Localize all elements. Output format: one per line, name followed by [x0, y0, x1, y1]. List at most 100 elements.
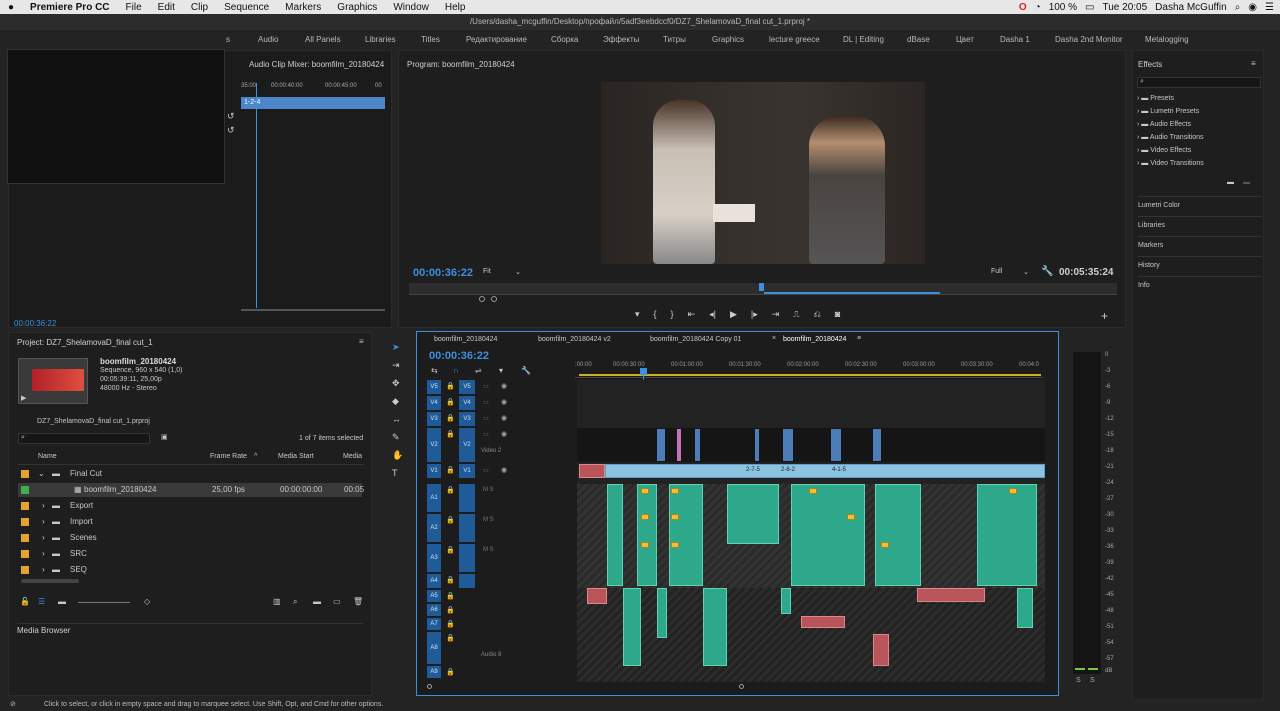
effects-folder[interactable]: › ▬ Audio Effects	[1137, 121, 1261, 134]
audio-clip[interactable]	[607, 484, 623, 586]
sync-icon[interactable]: ▭	[483, 399, 489, 406]
selection-tool-icon[interactable]: ➤	[392, 342, 400, 353]
lock-icon[interactable]: 🔒	[446, 430, 455, 438]
track-source[interactable]	[459, 544, 475, 572]
effects-search-input[interactable]: ⌕	[1137, 77, 1261, 88]
audio-clip[interactable]	[875, 484, 921, 586]
audio-clip-red[interactable]	[587, 588, 607, 604]
go-to-in-icon[interactable]: ⇤	[688, 309, 696, 321]
step-back-icon[interactable]: ◂|	[709, 309, 716, 321]
slip-tool-icon[interactable]: ↔	[392, 414, 401, 424]
track-target[interactable]: A4	[427, 574, 441, 588]
play-icon[interactable]: ▶	[730, 309, 737, 321]
v1-clip-strip[interactable]: 2-7-5 2-8-2 4-1-5	[605, 464, 1045, 478]
project-search-input[interactable]: ⌕	[18, 433, 150, 444]
effects-folder[interactable]: › ▬ Video Transitions	[1137, 160, 1261, 173]
wrench-icon[interactable]: 🔧	[1041, 266, 1053, 277]
lock-icon[interactable]: 🔒	[446, 414, 455, 422]
linked-icon[interactable]: ⇌	[475, 366, 482, 375]
source-playhead[interactable]	[256, 83, 257, 308]
lock-icon[interactable]: 🔒	[446, 382, 455, 390]
sync-icon[interactable]: ▭	[483, 467, 489, 474]
expand-icon[interactable]: ›	[42, 565, 45, 574]
track-target[interactable]: V3	[427, 412, 441, 426]
siri-icon[interactable]: ◉	[1248, 2, 1257, 13]
mute-icon[interactable]: M S	[483, 487, 494, 493]
track-header-v5[interactable]: V5 🔒 V5 ▭ ◉	[417, 380, 577, 394]
mute-icon[interactable]: M S	[483, 547, 494, 553]
workspace-tab[interactable]: dBase	[907, 35, 930, 44]
audio-clip[interactable]	[727, 484, 779, 544]
extract-icon[interactable]: ⎌	[814, 309, 821, 321]
track-source[interactable]: V4	[459, 396, 475, 410]
step-forward-icon[interactable]: |▸	[751, 309, 758, 321]
media-browser-tab[interactable]: Media Browser	[17, 623, 363, 635]
thumbnail-play-icon[interactable]: ▶	[21, 394, 26, 402]
opera-icon[interactable]: O	[1019, 2, 1027, 13]
v2-clip[interactable]	[873, 429, 881, 461]
eye-icon[interactable]: ◉	[501, 414, 507, 422]
close-tab-icon[interactable]: ×	[772, 335, 776, 342]
solo-button[interactable]: S	[1076, 677, 1081, 684]
playhead-handle[interactable]	[640, 368, 647, 375]
razor-tool-icon[interactable]: ◆	[392, 396, 399, 407]
lift-icon[interactable]: ⎍	[793, 309, 799, 321]
mark-in-icon[interactable]: {	[654, 309, 657, 321]
add-button[interactable]: +	[1101, 309, 1108, 323]
eye-icon[interactable]: ◉	[501, 398, 507, 406]
v2-clip[interactable]	[695, 429, 700, 461]
lock-icon[interactable]: 🔒	[446, 592, 455, 600]
audio-clip[interactable]	[1017, 588, 1033, 628]
track-header-v4[interactable]: V4 🔒 V4 ▭ ◉	[417, 396, 577, 410]
track-header-v3[interactable]: V3 🔒 V3 ▭ ◉	[417, 412, 577, 426]
track-source[interactable]	[459, 484, 475, 512]
apple-icon[interactable]: ●	[0, 2, 22, 13]
menu-window[interactable]: Window	[385, 2, 437, 13]
ripple-edit-tool-icon[interactable]: ✥	[392, 378, 400, 389]
lock-icon[interactable]: 🔒	[446, 668, 455, 676]
effects-folder[interactable]: › ▬ Video Effects	[1137, 147, 1261, 160]
effects-folder[interactable]: › ▬ Lumetri Presets	[1137, 108, 1261, 121]
timeline-tab[interactable]: boomfilm_20180424	[434, 336, 497, 343]
fit-dropdown[interactable]: Fit ⌄	[483, 268, 521, 278]
audio-clip-red[interactable]	[801, 616, 845, 628]
track-target[interactable]: V5	[427, 380, 441, 394]
v2-clip[interactable]	[657, 429, 665, 461]
source-timecode[interactable]: 00:00:36:22	[14, 319, 56, 328]
work-area-bar[interactable]	[579, 374, 1041, 376]
lock-icon[interactable]: 🔒	[446, 576, 455, 584]
v2-clip[interactable]	[783, 429, 793, 461]
track-source[interactable]: V2	[459, 428, 475, 462]
menu-help[interactable]: Help	[437, 2, 474, 13]
project-row[interactable]: › ▬ Export	[18, 499, 362, 513]
lock-icon[interactable]: 🔒	[446, 634, 455, 642]
new-bin-icon[interactable]: ▬	[313, 597, 321, 606]
workspace-tab[interactable]: Libraries	[365, 35, 396, 44]
audio-clip[interactable]	[623, 588, 641, 666]
workspace-tab[interactable]: Audio	[258, 35, 278, 44]
program-title[interactable]: Program: boomfilm_20180424	[407, 60, 515, 69]
menu-file[interactable]: File	[118, 2, 150, 13]
track-header-a5[interactable]: A5 🔒	[417, 590, 577, 602]
quality-dropdown[interactable]: Full ⌄	[991, 268, 1029, 278]
audio-clip[interactable]	[657, 588, 667, 638]
track-target[interactable]: A5	[427, 590, 441, 602]
battery-text[interactable]: 100 %	[1049, 2, 1077, 13]
collapsed-panel-info[interactable]: Info	[1138, 276, 1262, 289]
mark-out-icon[interactable]: }	[671, 309, 674, 321]
menu-markers[interactable]: Markers	[277, 2, 329, 13]
lock-icon[interactable]: 🔒	[446, 466, 455, 474]
source-scrollbar[interactable]	[241, 309, 385, 311]
sort-icon[interactable]: ^	[254, 453, 257, 460]
list-view-icon[interactable]: ☰	[38, 597, 45, 606]
workspace-tab[interactable]: Сборка	[551, 35, 578, 44]
track-header-v2[interactable]: V2 🔒 V2 ▭ ◉ Video 2	[417, 428, 577, 462]
battery-icon[interactable]: ▭	[1085, 2, 1094, 13]
eye-icon[interactable]: ◉	[501, 382, 507, 390]
automate-icon[interactable]: ▥	[273, 597, 281, 606]
column-media-start[interactable]: Media Start	[278, 453, 314, 460]
expand-icon[interactable]: ›	[42, 533, 45, 542]
type-tool-icon[interactable]: T	[392, 468, 398, 478]
sync-icon[interactable]: ▭	[483, 431, 489, 438]
new-folder-icon[interactable]: ▬	[1227, 179, 1234, 186]
